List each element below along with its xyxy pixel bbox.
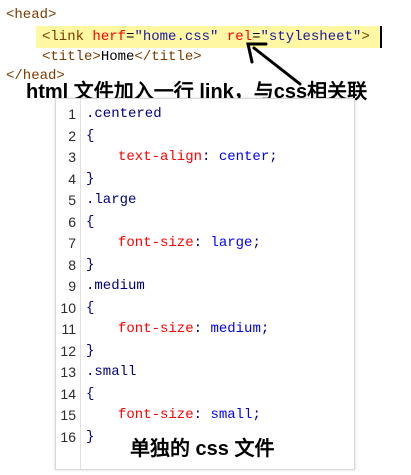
css-value: small [210, 407, 253, 423]
css-property: font-size [118, 321, 194, 337]
line-number: 14 [60, 385, 76, 402]
line-number: 6 [68, 213, 76, 230]
css-colon: : [193, 407, 211, 423]
attr-space [218, 29, 226, 45]
css-selector: .centered [86, 106, 162, 122]
rel-attr: rel [226, 29, 253, 45]
line-number: 1 [68, 106, 76, 122]
line-number: 16 [60, 428, 76, 445]
line-number: 10 [60, 299, 76, 316]
code-line: { [86, 385, 94, 403]
line-number: 3 [68, 149, 76, 165]
head-open-tag: <head> [6, 7, 57, 23]
css-semicolon: ; [252, 235, 261, 251]
herf-value: "home.css" [134, 29, 219, 45]
line-number: 11 [61, 321, 76, 337]
css-brace: } [86, 428, 95, 445]
link-tag-close: > [361, 29, 370, 45]
line-number: 12 [60, 342, 76, 359]
code-line: font-size: medium; [118, 320, 269, 338]
line-number: 15 [60, 407, 76, 423]
title-close-tag: </title> [134, 49, 202, 65]
css-property: font-size [118, 235, 194, 251]
line-number: 4 [68, 170, 76, 187]
css-selector: .large [86, 192, 137, 208]
css-property: font-size [118, 407, 194, 423]
code-line: text-align: center; [118, 148, 278, 166]
css-semicolon: ; [269, 149, 278, 165]
line-number: 7 [68, 235, 76, 251]
css-colon: : [193, 321, 211, 337]
code-line: .centered [86, 105, 162, 123]
code-line: } [86, 256, 94, 274]
line-number: 8 [68, 256, 76, 273]
css-brace: { [86, 127, 95, 144]
code-line: { [86, 299, 94, 317]
line-number: 13 [60, 364, 76, 380]
css-value: medium [210, 321, 261, 337]
line-number: 2 [68, 127, 76, 144]
title-line: <title>Home</title> [42, 48, 202, 66]
line-number: 5 [68, 192, 76, 208]
css-value: large [210, 235, 253, 251]
title-open-tag: <title> [42, 49, 101, 65]
code-line: .small [86, 363, 136, 381]
line-number: 9 [68, 278, 76, 294]
herf-attr: herf [92, 29, 127, 45]
css-colon: : [193, 235, 211, 251]
code-line: font-size: small; [118, 406, 261, 424]
code-line: { [86, 213, 94, 231]
css-brace: { [86, 213, 95, 230]
code-line: } [86, 342, 94, 360]
css-brace: } [86, 342, 95, 359]
css-brace: } [86, 170, 95, 187]
css-colon: : [202, 149, 219, 165]
title-text: Home [100, 49, 135, 65]
code-line: } [86, 170, 94, 188]
link-tag-open: <link [42, 29, 93, 45]
css-editor: 1 .centered 2 {3 text-align: center; 4} 5 .larg… [55, 98, 355, 470]
css-semicolon: ; [260, 321, 270, 337]
css-semicolon: ; [252, 407, 261, 423]
link-line: <link herf="home.css" rel="stylesheet"> [42, 28, 370, 46]
css-value: center [218, 149, 270, 165]
css-brace: { [86, 385, 95, 402]
css-brace: } [86, 256, 95, 273]
css-selector: .medium [86, 278, 145, 294]
css-property: text-align [118, 149, 203, 165]
code-line: font-size: large; [118, 234, 261, 252]
code-line: } [86, 428, 94, 446]
rel-value: "stylesheet" [260, 29, 362, 45]
css-selector: .small [86, 364, 137, 380]
code-line: { [86, 127, 94, 145]
css-brace: { [86, 299, 95, 316]
code-line: .large [86, 191, 136, 209]
caption-bottom: 单独的 css 文件 [130, 438, 275, 460]
code-line: .medium [86, 277, 145, 295]
